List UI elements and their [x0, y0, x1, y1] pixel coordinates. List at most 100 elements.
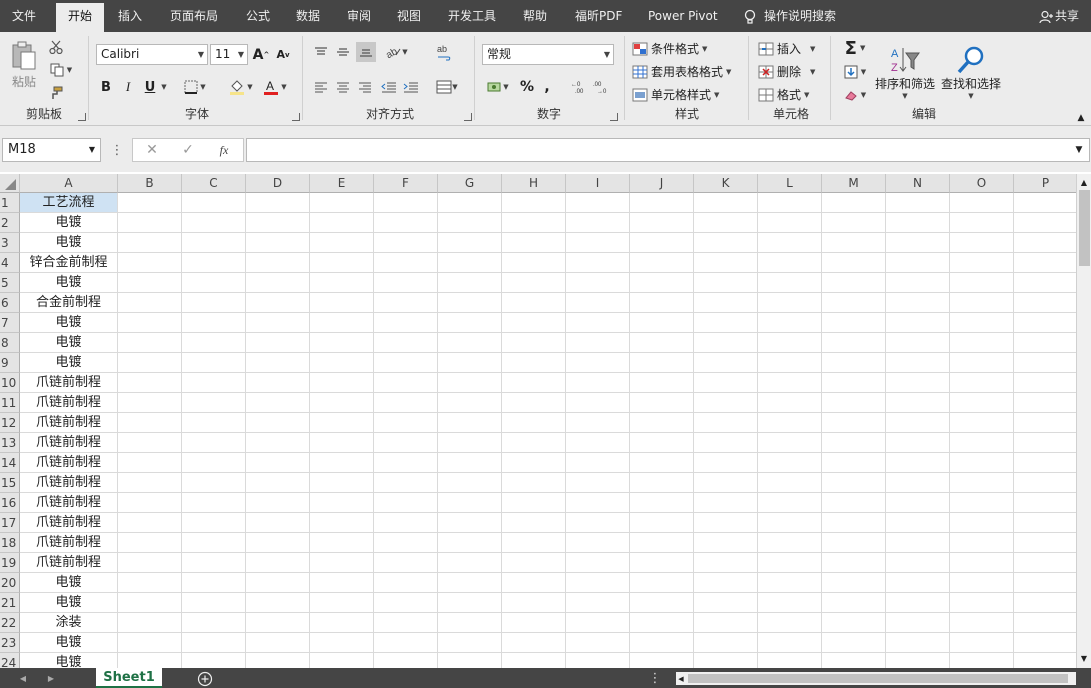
cell[interactable] — [502, 313, 566, 333]
cell[interactable] — [118, 233, 182, 253]
cell[interactable] — [502, 333, 566, 353]
cell[interactable] — [566, 253, 630, 273]
cell[interactable] — [182, 373, 246, 393]
cell[interactable] — [758, 393, 822, 413]
tab-power-pivot[interactable]: Power Pivot — [648, 0, 718, 32]
cell-a16[interactable]: 爪链前制程 — [20, 493, 118, 513]
cell[interactable] — [1014, 553, 1076, 573]
copy-icon[interactable]: ▼ — [46, 61, 76, 79]
cell[interactable] — [182, 273, 246, 293]
cell[interactable] — [438, 273, 502, 293]
cell[interactable] — [118, 653, 182, 668]
cell[interactable] — [886, 293, 950, 313]
cell[interactable] — [694, 513, 758, 533]
cell[interactable] — [950, 193, 1014, 213]
cell[interactable] — [950, 253, 1014, 273]
increase-font-size-button[interactable]: A ^ — [252, 44, 270, 65]
italic-button[interactable]: I — [120, 77, 136, 97]
cell[interactable] — [438, 353, 502, 373]
cell[interactable] — [1014, 373, 1076, 393]
cell[interactable] — [758, 533, 822, 553]
cell[interactable] — [950, 293, 1014, 313]
cell[interactable] — [246, 613, 310, 633]
cell[interactable] — [630, 433, 694, 453]
format-cells-button[interactable]: 格式 ▼ — [758, 86, 809, 103]
cell[interactable] — [310, 353, 374, 373]
cell[interactable] — [310, 593, 374, 613]
cell[interactable] — [1014, 413, 1076, 433]
cell[interactable] — [246, 573, 310, 593]
cell[interactable] — [1014, 613, 1076, 633]
cell[interactable] — [822, 213, 886, 233]
more-options-icon[interactable]: ⋮ — [649, 670, 662, 686]
cell[interactable] — [438, 453, 502, 473]
cell[interactable] — [886, 553, 950, 573]
cell[interactable] — [438, 293, 502, 313]
cell[interactable] — [822, 333, 886, 353]
column-header-d[interactable]: D — [246, 174, 310, 193]
delete-cells-button[interactable]: 删除 ▼ — [758, 63, 815, 80]
cell[interactable] — [886, 353, 950, 373]
row-header[interactable]: 1 — [0, 193, 20, 213]
cell[interactable] — [758, 373, 822, 393]
cell[interactable] — [566, 333, 630, 353]
underline-button[interactable]: U — [142, 77, 158, 97]
font-color-button[interactable]: A ▼ — [260, 77, 290, 97]
format-painter-icon[interactable] — [46, 84, 66, 102]
cell[interactable] — [182, 433, 246, 453]
row-header[interactable]: 23 — [0, 633, 20, 653]
cell[interactable] — [374, 293, 438, 313]
cell[interactable] — [502, 573, 566, 593]
cell-a1[interactable]: 工艺流程 — [20, 193, 118, 213]
cell[interactable] — [630, 493, 694, 513]
cell[interactable] — [118, 273, 182, 293]
cell[interactable] — [694, 553, 758, 573]
cell[interactable] — [182, 553, 246, 573]
cell[interactable] — [822, 653, 886, 668]
cell[interactable] — [118, 313, 182, 333]
cell[interactable] — [950, 513, 1014, 533]
cell[interactable] — [950, 213, 1014, 233]
cell[interactable] — [502, 613, 566, 633]
cell-a14[interactable]: 爪链前制程 — [20, 453, 118, 473]
cell[interactable] — [566, 413, 630, 433]
cell[interactable] — [822, 273, 886, 293]
cell[interactable] — [886, 613, 950, 633]
cell[interactable] — [182, 293, 246, 313]
cell[interactable] — [822, 293, 886, 313]
cell-a4[interactable]: 锌合金前制程 — [20, 253, 118, 273]
wrap-text-icon[interactable]: ab — [434, 42, 454, 64]
cell[interactable] — [246, 373, 310, 393]
cell[interactable] — [246, 513, 310, 533]
align-bottom-icon[interactable] — [356, 42, 376, 62]
comma-style-button[interactable]: , — [540, 77, 554, 97]
borders-button[interactable]: ▼ — [182, 77, 208, 97]
sort-filter-button[interactable]: AZ 排序和筛选 ▼ — [874, 38, 936, 106]
cell[interactable] — [694, 333, 758, 353]
cell[interactable] — [1014, 433, 1076, 453]
cell-a10[interactable]: 爪链前制程 — [20, 373, 118, 393]
cell[interactable] — [438, 373, 502, 393]
cell[interactable] — [310, 193, 374, 213]
cell[interactable] — [118, 253, 182, 273]
align-left-icon[interactable] — [312, 77, 330, 97]
cell[interactable] — [758, 333, 822, 353]
align-center-icon[interactable] — [334, 77, 352, 97]
cell[interactable] — [246, 313, 310, 333]
cell[interactable] — [630, 253, 694, 273]
vertical-scrollbar[interactable]: ▲ ▼ — [1076, 174, 1091, 668]
cell[interactable] — [886, 633, 950, 653]
row-header[interactable]: 24 — [0, 653, 20, 668]
cell-a21[interactable]: 电镀 — [20, 593, 118, 613]
cell[interactable] — [310, 373, 374, 393]
cell[interactable] — [630, 353, 694, 373]
insert-cells-button[interactable]: 插入 ▼ — [758, 40, 815, 57]
cell[interactable] — [822, 413, 886, 433]
cell[interactable] — [630, 393, 694, 413]
cell[interactable] — [566, 493, 630, 513]
cell[interactable] — [502, 513, 566, 533]
cell[interactable] — [246, 233, 310, 253]
column-header-m[interactable]: M — [822, 174, 886, 193]
cell[interactable] — [950, 353, 1014, 373]
cell[interactable] — [310, 553, 374, 573]
